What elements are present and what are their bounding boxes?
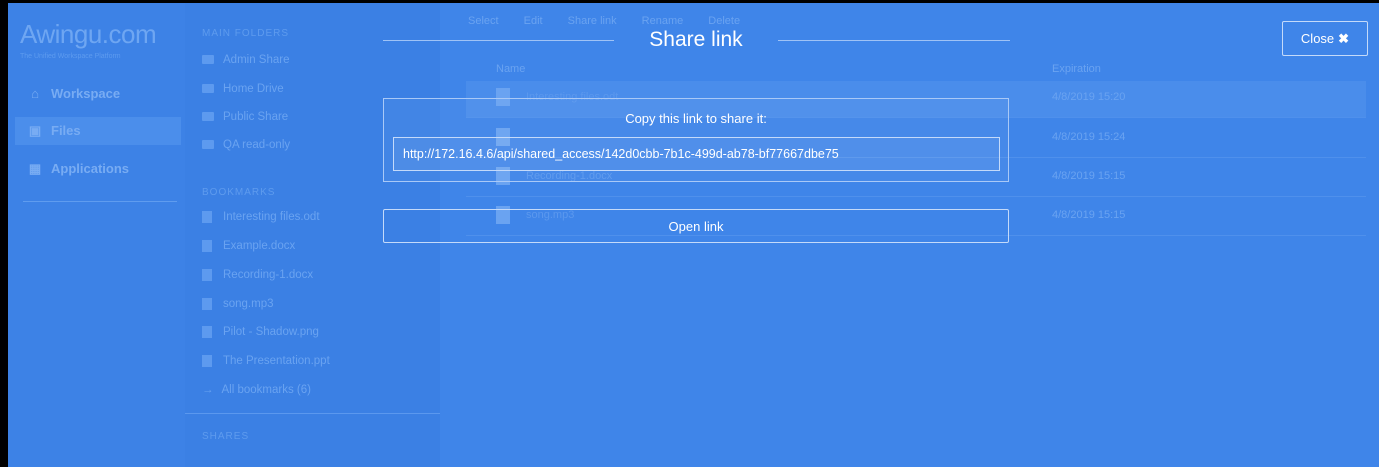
copy-link-label: Copy this link to share it: bbox=[625, 111, 767, 126]
grid-icon: ▦ bbox=[28, 161, 42, 176]
arrow-right-icon: → bbox=[202, 384, 214, 396]
row-date: 4/8/2019 15:15 bbox=[1052, 170, 1126, 182]
document-icon bbox=[202, 211, 212, 223]
bookmark-label: All bookmarks (6) bbox=[221, 384, 311, 396]
logo-tagline: The Unified Workspace Platform bbox=[20, 53, 121, 60]
shares-heading: SHARES bbox=[202, 431, 250, 442]
open-link-button[interactable]: Open link bbox=[383, 209, 1009, 243]
folder-icon bbox=[202, 112, 214, 122]
folder-item[interactable]: Admin Share bbox=[202, 54, 289, 66]
folder-label: Public Share bbox=[223, 111, 289, 123]
home-icon: ⌂ bbox=[31, 86, 39, 101]
all-bookmarks-link[interactable]: → All bookmarks (6) bbox=[202, 384, 311, 396]
row-date: 4/8/2019 15:20 bbox=[1052, 91, 1126, 103]
folder-icon bbox=[202, 140, 214, 150]
modal-header: Share link bbox=[383, 24, 1010, 58]
close-button-label: Close bbox=[1300, 30, 1335, 46]
folder-icon bbox=[202, 55, 214, 65]
document-icon bbox=[202, 355, 212, 367]
folder-item[interactable]: QA read-only bbox=[202, 139, 290, 151]
close-button[interactable]: Close ✖ bbox=[1282, 21, 1368, 56]
row-date: 4/8/2019 15:15 bbox=[1052, 209, 1126, 221]
folder-item[interactable]: Home Drive bbox=[202, 83, 284, 95]
bookmark-label: song.mp3 bbox=[223, 298, 274, 311]
main-folders-heading: MAIN FOLDERS bbox=[202, 28, 290, 39]
bookmark-item[interactable]: Recording-1.docx bbox=[202, 269, 313, 281]
sidebar-item-label: Workspace bbox=[51, 86, 121, 101]
bookmark-label: The Presentation.ppt bbox=[223, 355, 330, 368]
sidebar: Awingu.com The Unified Workspace Platfor… bbox=[8, 3, 185, 467]
bookmarks-heading: BOOKMARKS bbox=[202, 187, 276, 198]
image-file-icon bbox=[202, 326, 212, 338]
folders-divider bbox=[185, 413, 440, 414]
document-icon bbox=[202, 269, 212, 281]
sidebar-divider bbox=[23, 201, 177, 202]
share-link-input[interactable] bbox=[393, 137, 1000, 171]
folder-open-icon: ▣ bbox=[28, 123, 42, 138]
sidebar-item-files[interactable]: ▣ Files bbox=[15, 117, 181, 145]
bookmark-label: Example.docx bbox=[223, 240, 296, 253]
sidebar-item-workspace[interactable]: ⌂ Workspace bbox=[15, 80, 181, 108]
logo: Awingu.com bbox=[20, 19, 157, 49]
bookmark-item[interactable]: Interesting files.odt bbox=[202, 211, 320, 223]
folder-icon bbox=[202, 84, 214, 94]
folder-label: Home Drive bbox=[223, 83, 284, 95]
bookmark-item[interactable]: The Presentation.ppt bbox=[202, 355, 330, 367]
bookmark-label: Recording-1.docx bbox=[223, 269, 314, 282]
sidebar-item-label: Applications bbox=[51, 161, 130, 176]
column-header-name[interactable]: Name bbox=[496, 63, 525, 75]
sidebar-item-applications[interactable]: ▦ Applications bbox=[15, 155, 181, 183]
document-icon bbox=[202, 240, 212, 252]
folder-label: Admin Share bbox=[223, 54, 290, 66]
folder-label: QA read-only bbox=[223, 139, 291, 151]
column-header-expiration[interactable]: Expiration bbox=[1052, 63, 1101, 75]
title-divider-right bbox=[778, 40, 1010, 41]
folder-item[interactable]: Public Share bbox=[202, 111, 288, 123]
row-date: 4/8/2019 15:24 bbox=[1052, 131, 1126, 143]
bookmark-label: Pilot - Shadow.png bbox=[223, 326, 319, 339]
audio-file-icon bbox=[202, 298, 212, 310]
sidebar-item-label: Files bbox=[51, 123, 81, 138]
bookmark-item[interactable]: Example.docx bbox=[202, 240, 295, 252]
close-icon: ✖ bbox=[1338, 30, 1350, 46]
title-divider-left bbox=[383, 40, 614, 41]
bookmark-item[interactable]: Pilot - Shadow.png bbox=[202, 326, 319, 338]
bookmark-label: Interesting files.odt bbox=[223, 211, 320, 224]
modal-title: Share link bbox=[649, 28, 743, 51]
copy-link-box: Copy this link to share it: bbox=[383, 98, 1009, 182]
bookmark-item[interactable]: song.mp3 bbox=[202, 298, 274, 310]
